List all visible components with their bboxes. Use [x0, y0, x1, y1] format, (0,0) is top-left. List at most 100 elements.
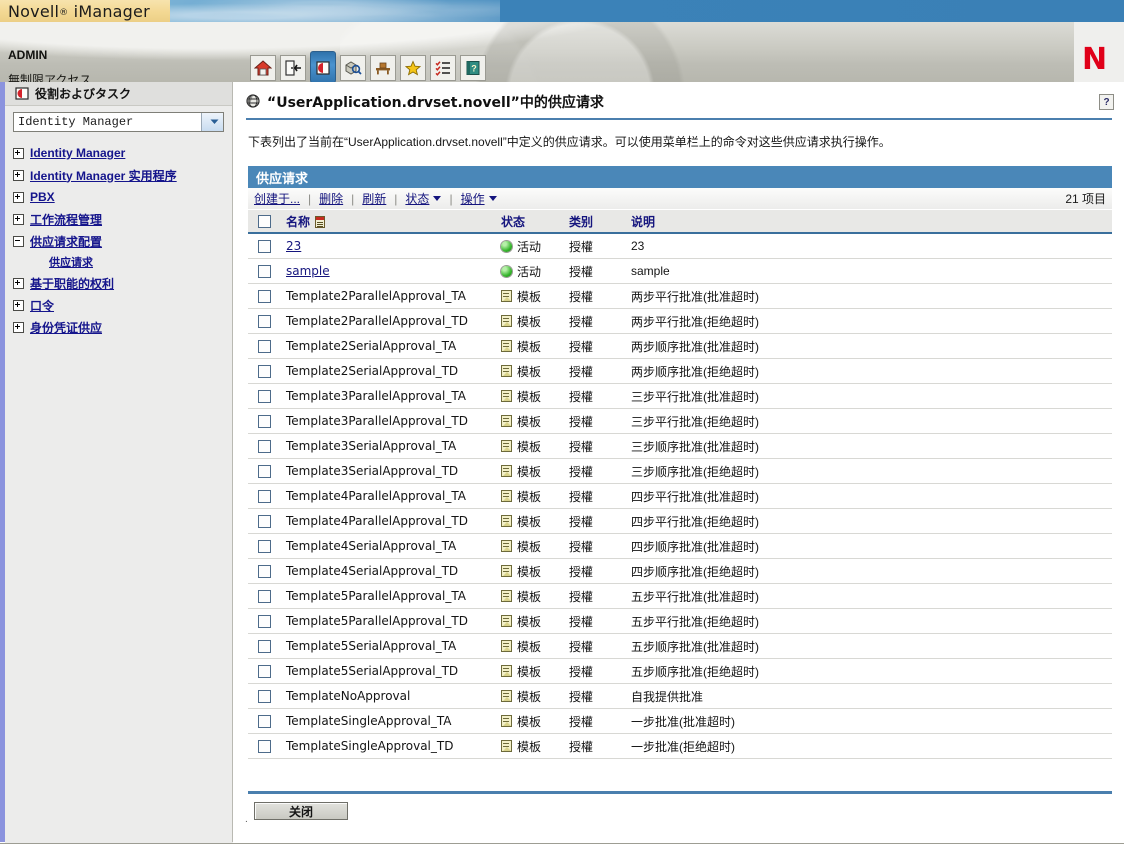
- row-checkbox[interactable]: [258, 540, 271, 553]
- chevron-down-icon[interactable]: [201, 113, 223, 131]
- chevron-down-icon[interactable]: [489, 196, 497, 201]
- chevron-down-icon[interactable]: [433, 196, 441, 201]
- row-checkbox[interactable]: [258, 390, 271, 403]
- row-name-text: Template2ParallelApproval_TD: [286, 314, 468, 328]
- row-checkbox[interactable]: [258, 715, 271, 728]
- sort-indicator-icon[interactable]: [315, 216, 325, 228]
- panel-menu-item-0[interactable]: 创建于...: [254, 190, 300, 207]
- expand-icon[interactable]: [13, 214, 24, 225]
- sidebar-item-label[interactable]: PBX: [30, 190, 55, 204]
- row-checkbox[interactable]: [258, 365, 271, 378]
- row-name-text: Template2SerialApproval_TD: [286, 364, 458, 378]
- row-checkbox[interactable]: [258, 515, 271, 528]
- sidebar-item-label[interactable]: Identity Manager: [30, 146, 125, 160]
- table-row[interactable]: Template3SerialApproval_TA模板授權三步顺序批准(批准超…: [248, 434, 1112, 459]
- table-row[interactable]: Template2SerialApproval_TA模板授權两步顺序批准(批准超…: [248, 334, 1112, 359]
- table-row[interactable]: Template4SerialApproval_TA模板授權四步顺序批准(批准超…: [248, 534, 1112, 559]
- column-header-name[interactable]: 名称: [286, 210, 501, 233]
- table-row[interactable]: sample活动授權sample: [248, 259, 1112, 284]
- object-view-icon-button[interactable]: [340, 55, 366, 81]
- table-row[interactable]: Template5ParallelApproval_TA模板授權五步平行批准(批…: [248, 584, 1112, 609]
- row-checkbox[interactable]: [258, 290, 271, 303]
- table-row[interactable]: Template5SerialApproval_TD模板授權五步顺序批准(拒绝超…: [248, 659, 1112, 684]
- select-all-checkbox[interactable]: [258, 215, 271, 228]
- sidebar-subitem-label[interactable]: 供应请求: [49, 254, 93, 270]
- sidebar-item-label[interactable]: 口令: [30, 297, 54, 314]
- table-row[interactable]: Template3ParallelApproval_TA模板授權三步平行批准(批…: [248, 384, 1112, 409]
- row-checkbox[interactable]: [258, 590, 271, 603]
- panel-menu-item-1[interactable]: 删除: [319, 190, 343, 207]
- sidebar-item-label[interactable]: 身份凭证供应: [30, 319, 102, 336]
- sidebar-item-label[interactable]: 工作流程管理: [30, 211, 102, 228]
- row-checkbox[interactable]: [258, 490, 271, 503]
- row-checkbox[interactable]: [258, 690, 271, 703]
- row-checkbox[interactable]: [258, 340, 271, 353]
- table-row[interactable]: Template4SerialApproval_TD模板授權四步顺序批准(拒绝超…: [248, 559, 1112, 584]
- row-checkbox[interactable]: [258, 240, 271, 253]
- table-row[interactable]: TemplateNoApproval模板授權自我提供批准: [248, 684, 1112, 709]
- close-button[interactable]: 关闭: [254, 802, 348, 820]
- collection-select[interactable]: Identity Manager: [13, 112, 224, 132]
- table-row[interactable]: Template2ParallelApproval_TA模板授權两步平行批准(批…: [248, 284, 1112, 309]
- table-row[interactable]: 23活动授權23: [248, 233, 1112, 259]
- table-row[interactable]: Template2ParallelApproval_TD模板授權两步平行批准(拒…: [248, 309, 1112, 334]
- sidebar-item-label[interactable]: Identity Manager 实用程序: [30, 167, 177, 184]
- sidebar-item-label[interactable]: 基于职能的权利: [30, 275, 114, 292]
- sidebar-item-2[interactable]: PBX: [13, 186, 232, 208]
- sidebar-item-5[interactable]: 基于职能的权利: [13, 272, 232, 294]
- sidebar-item-4[interactable]: 供应请求配置: [13, 230, 232, 252]
- row-status-label: 活动: [517, 238, 541, 255]
- table-row[interactable]: Template5ParallelApproval_TD模板授權五步平行批准(拒…: [248, 609, 1112, 634]
- table-row[interactable]: Template4ParallelApproval_TA模板授權四步平行批准(批…: [248, 484, 1112, 509]
- row-name-cell: Template4ParallelApproval_TD: [286, 509, 501, 534]
- table-row[interactable]: TemplateSingleApproval_TD模板授權一步批准(拒绝超时): [248, 734, 1112, 759]
- preferences-icon-button[interactable]: [430, 55, 456, 81]
- expand-icon[interactable]: [13, 278, 24, 289]
- home-icon-button[interactable]: [250, 55, 276, 81]
- row-checkbox[interactable]: [258, 740, 271, 753]
- expand-icon[interactable]: [13, 300, 24, 311]
- row-checkbox[interactable]: [258, 565, 271, 578]
- row-name-link[interactable]: 23: [286, 239, 301, 253]
- help-book-icon-button[interactable]: ?: [460, 55, 486, 81]
- favorites-icon-button[interactable]: [400, 55, 426, 81]
- table-row[interactable]: Template3SerialApproval_TD模板授權三步顺序批准(拒绝超…: [248, 459, 1112, 484]
- row-checkbox[interactable]: [258, 265, 271, 278]
- column-header-description[interactable]: 说明: [631, 210, 1112, 233]
- sidebar-subitem-4-0[interactable]: 供应请求: [13, 252, 232, 272]
- table-row[interactable]: TemplateSingleApproval_TA模板授權一步批准(批准超时): [248, 709, 1112, 734]
- row-checkbox[interactable]: [258, 615, 271, 628]
- sidebar-item-6[interactable]: 口令: [13, 294, 232, 316]
- sidebar-item-label[interactable]: 供应请求配置: [30, 233, 102, 250]
- sidebar-item-0[interactable]: Identity Manager: [13, 142, 232, 164]
- row-checkbox[interactable]: [258, 665, 271, 678]
- row-checkbox[interactable]: [258, 465, 271, 478]
- sidebar-item-3[interactable]: 工作流程管理: [13, 208, 232, 230]
- collapse-icon[interactable]: [13, 236, 24, 247]
- expand-icon[interactable]: [13, 192, 24, 203]
- configure-icon-button[interactable]: [370, 55, 396, 81]
- exit-icon-button[interactable]: [280, 55, 306, 81]
- sidebar-item-7[interactable]: 身份凭证供应: [13, 316, 232, 338]
- panel-menu-item-2[interactable]: 刷新: [362, 190, 386, 207]
- row-name-link[interactable]: sample: [286, 264, 330, 278]
- roles-and-tasks-icon-button[interactable]: [310, 51, 336, 85]
- row-checkbox[interactable]: [258, 640, 271, 653]
- panel-menu-item-4[interactable]: 操作: [461, 190, 497, 207]
- panel-menu-item-3[interactable]: 状态: [405, 190, 441, 207]
- row-checkbox[interactable]: [258, 440, 271, 453]
- table-row[interactable]: Template2SerialApproval_TD模板授權两步顺序批准(拒绝超…: [248, 359, 1112, 384]
- table-row[interactable]: Template4ParallelApproval_TD模板授權四步平行批准(拒…: [248, 509, 1112, 534]
- expand-icon[interactable]: [13, 322, 24, 333]
- table-row[interactable]: Template3ParallelApproval_TD模板授權三步平行批准(拒…: [248, 409, 1112, 434]
- help-button[interactable]: ?: [1099, 94, 1114, 110]
- expand-icon[interactable]: [13, 148, 24, 159]
- table-row[interactable]: Template5SerialApproval_TA模板授權五步顺序批准(批准超…: [248, 634, 1112, 659]
- row-checkbox[interactable]: [258, 315, 271, 328]
- column-header-status[interactable]: 状态: [501, 210, 569, 233]
- column-header-category[interactable]: 类别: [569, 210, 631, 233]
- row-checkbox[interactable]: [258, 415, 271, 428]
- expand-icon[interactable]: [13, 170, 24, 181]
- row-name-text: Template3ParallelApproval_TA: [286, 389, 466, 403]
- sidebar-item-1[interactable]: Identity Manager 实用程序: [13, 164, 232, 186]
